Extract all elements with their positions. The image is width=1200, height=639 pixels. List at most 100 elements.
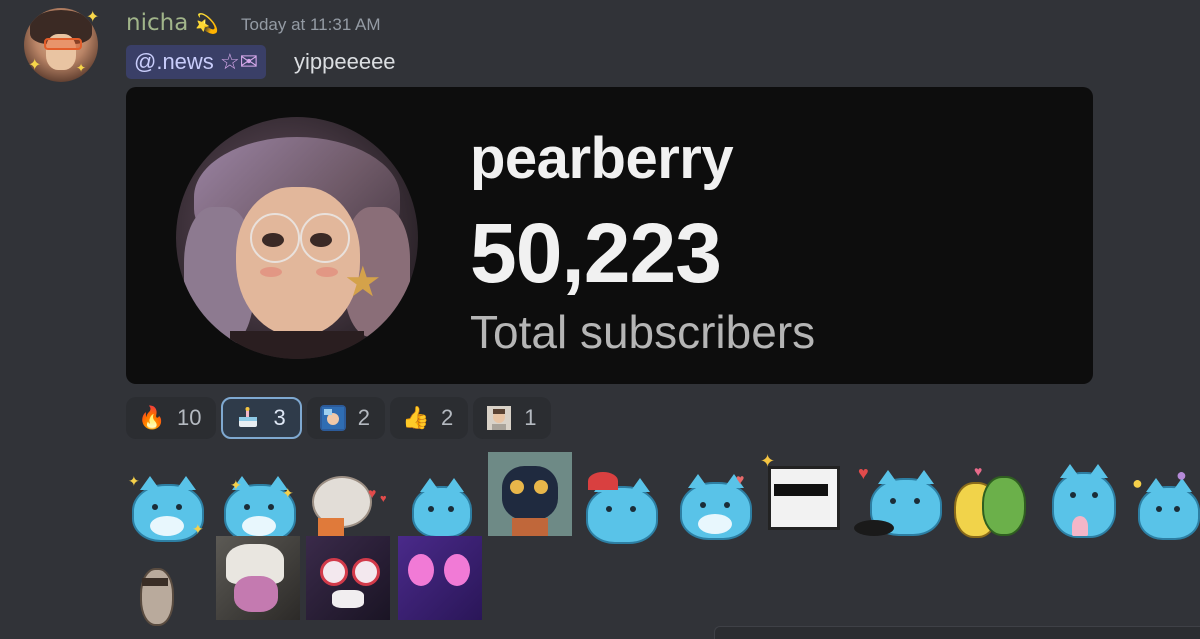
subscriber-label: Total subscribers: [470, 306, 816, 358]
chat-input-edge: [714, 626, 1200, 639]
heart-icon: ♥: [368, 485, 377, 501]
author-username[interactable]: nicha: [126, 10, 188, 36]
lightbulb-icon: ●: [1132, 473, 1143, 493]
capoo-thumbs-emoji[interactable]: ✦ ✦: [218, 462, 298, 544]
heart-icon: ♥: [736, 471, 745, 487]
subscriber-count-image[interactable]: ★ pearberry 50,223 Total subscribers: [126, 87, 1093, 384]
raccoon-body: [140, 568, 174, 626]
cat-body: [412, 478, 472, 538]
subscriber-count: 50,223: [470, 206, 722, 300]
cat-head: [768, 466, 840, 530]
character-emoji-purple[interactable]: [398, 536, 482, 620]
role-mention-label: @.news: [134, 49, 214, 74]
role-mention[interactable]: @.news ☆✉: [126, 45, 267, 79]
capoo-cheer-emoji[interactable]: ● ●: [1130, 460, 1200, 542]
capoo-magic-hat-emoji[interactable]: ♥: [854, 463, 942, 546]
eye: [890, 498, 896, 504]
sparkle-icon: ✦: [230, 477, 242, 493]
cat-body: [1138, 478, 1200, 540]
reaction-count: 2: [357, 405, 370, 430]
eye: [1070, 492, 1076, 498]
character-face: [234, 576, 278, 612]
avatar-glasses: [44, 38, 82, 50]
raccoon-mask: [142, 578, 168, 586]
reaction-count: 2: [440, 405, 454, 430]
belly: [698, 514, 732, 534]
character-emoji-red-eyes[interactable]: [306, 536, 390, 620]
mouth: [332, 590, 364, 608]
eye: [1174, 506, 1180, 512]
reaction-photo[interactable]: 1: [473, 397, 552, 439]
sparkle-icon: ✦: [760, 451, 776, 471]
reactions-bar: 🔥 10 3 2 👍 2 1: [126, 397, 552, 439]
avatar-face: [236, 187, 360, 337]
raccoon-emoji[interactable]: [126, 548, 206, 630]
eye: [444, 554, 470, 586]
heart-icon: ♥: [974, 463, 983, 479]
channel-name: pearberry: [470, 126, 734, 191]
character-emoji-pink[interactable]: [216, 536, 300, 620]
custom-emoji-icon: [319, 405, 346, 431]
eye: [534, 480, 548, 494]
reaction-thumbs-up[interactable]: 👍 2: [389, 397, 469, 439]
cat-head: [502, 466, 558, 520]
frogs-hug-emoji[interactable]: ♥: [948, 460, 1028, 542]
eye: [1092, 492, 1098, 498]
message-timestamp[interactable]: Today at 11:31 AM: [241, 15, 381, 35]
sparkle-icon: ✦: [128, 473, 140, 489]
star-earring-icon: ★: [344, 258, 382, 305]
capoo-icecream-emoji[interactable]: [1044, 464, 1124, 548]
reaction-count: 3: [273, 405, 286, 430]
cake-icon: [235, 405, 261, 431]
eye: [1156, 506, 1162, 512]
glowstick-icon: ●: [1176, 465, 1187, 485]
reaction-cake[interactable]: 3: [221, 397, 302, 439]
sparkle-icon: ✦: [86, 9, 100, 26]
frog-body: [982, 476, 1026, 536]
avatar-blush: [316, 267, 338, 277]
avatar-glasses: [250, 213, 300, 263]
reaction-count: 1: [524, 405, 537, 430]
avatar-glasses: [300, 213, 350, 263]
eye: [352, 558, 380, 586]
top-hat-icon: [854, 520, 894, 536]
eye: [320, 558, 348, 586]
avatar-blush: [260, 267, 282, 277]
photo-emoji-icon: [486, 405, 512, 431]
capoo-santa-emoji[interactable]: [578, 458, 658, 544]
santa-hat-icon: [588, 472, 618, 490]
ice-cream-icon: [1072, 516, 1088, 536]
reaction-custom[interactable]: 2: [306, 397, 385, 439]
sunglasses-icon: [774, 484, 828, 496]
eye: [630, 506, 636, 512]
sparkle-icon: ✦: [76, 61, 87, 75]
fire-icon: 🔥: [138, 405, 166, 430]
capoo-sparkle-emoji[interactable]: ✦ ✦: [126, 462, 206, 544]
mae-cat-emoji[interactable]: [488, 452, 572, 536]
eye: [914, 498, 920, 504]
eye: [268, 504, 274, 510]
eye: [724, 502, 730, 508]
capoo-heart-emoji[interactable]: ♥: [674, 460, 754, 542]
reaction-fire[interactable]: 🔥 10: [126, 397, 217, 439]
thumbs-up-icon: 👍: [402, 405, 430, 430]
heart-icon: ♥: [858, 463, 869, 483]
eye: [408, 554, 434, 586]
shirt: [512, 518, 548, 536]
eye: [244, 504, 250, 510]
sparkle-icon: ✦: [192, 521, 204, 537]
pixel-cat-sunglasses-emoji[interactable]: ✦: [760, 452, 840, 534]
eye: [176, 504, 182, 510]
eye: [510, 480, 524, 494]
sparkle-icon: ✦: [28, 57, 42, 74]
eye: [428, 506, 434, 512]
dizzy-emoji-icon: 💫: [195, 14, 219, 35]
eye: [700, 502, 706, 508]
eye: [152, 504, 158, 510]
reaction-count: 10: [177, 405, 202, 430]
message-text: yippeeeee: [294, 49, 396, 74]
heart-icon: ♥: [380, 493, 387, 505]
cat-body: [586, 478, 658, 544]
mochi-cat-popcorn-emoji[interactable]: ♥ ♥: [308, 464, 388, 546]
eye: [448, 506, 454, 512]
